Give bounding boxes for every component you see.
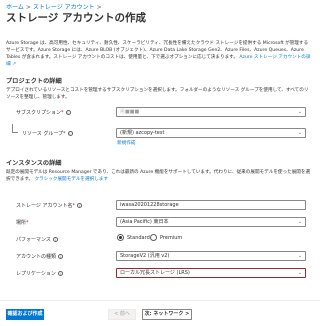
chevron-down-icon: ⌄ bbox=[297, 219, 302, 225]
required-marker: * bbox=[26, 220, 29, 226]
classic-deployment-link[interactable]: クラシック展開モデルを選択します bbox=[35, 177, 108, 182]
external-link-icon: ↗ bbox=[12, 62, 16, 68]
account-kind-value: StorageV2 (汎用 v2) bbox=[120, 253, 170, 259]
intro-text: Azure Storage は、高可用性、セキュリティ、耐久性、スケーラビリティ… bbox=[6, 40, 312, 68]
replication-value: ローカル冗長ストレージ (LRS) bbox=[120, 270, 190, 276]
instance-description: 既定の展開モデルは Resource Manager であり、これは最新の Az… bbox=[6, 169, 312, 183]
create-new-resource-group-link[interactable]: 新規作成 bbox=[117, 140, 135, 146]
account-kind-label: アカウントの種類 i bbox=[16, 253, 64, 260]
required-marker: * bbox=[72, 203, 76, 209]
chevron-down-icon: ⌄ bbox=[297, 253, 302, 259]
replication-select[interactable]: ローカル冗長ストレージ (LRS) ⌄ bbox=[116, 268, 306, 278]
tree-connector bbox=[12, 124, 18, 133]
location-label-text: 場所 bbox=[16, 220, 27, 226]
page-title: ストレージ アカウントの作成 bbox=[6, 12, 146, 24]
previous-button[interactable]: < 前へ bbox=[108, 309, 136, 320]
location-select[interactable]: (Asia Pacific) 東日本 ⌄ bbox=[116, 217, 306, 227]
info-icon: i bbox=[65, 110, 71, 115]
performance-premium-radio[interactable]: Premium bbox=[150, 234, 182, 241]
subscription-value: Ⓡ■■■ bbox=[120, 109, 140, 115]
required-marker: * bbox=[63, 131, 66, 137]
account-kind-label-text: アカウントの種類 bbox=[16, 254, 57, 260]
performance-standard-radio[interactable]: Standard bbox=[117, 234, 150, 241]
chevron-down-icon: ⌄ bbox=[297, 109, 302, 115]
info-icon: i bbox=[58, 254, 64, 259]
location-label: 場所* bbox=[16, 219, 29, 226]
subscription-label: サブスクリプション* i bbox=[16, 109, 71, 116]
performance-label-text: パフォーマンス bbox=[16, 237, 51, 243]
performance-label: パフォーマンス i bbox=[16, 236, 58, 243]
location-value: (Asia Pacific) 東日本 bbox=[120, 219, 169, 225]
premium-label: Premium bbox=[160, 234, 183, 241]
required-marker: * bbox=[61, 110, 64, 116]
replication-label-text: レプリケーション bbox=[16, 271, 56, 277]
radio-selected-icon bbox=[117, 234, 124, 241]
resource-group-label: リソース グループ* i bbox=[22, 130, 73, 137]
next-networking-button[interactable]: 次: ネットワーク > bbox=[142, 309, 192, 320]
account-name-label: ストレージ アカウント名* i bbox=[16, 202, 82, 209]
account-kind-select[interactable]: StorageV2 (汎用 v2) ⌄ bbox=[116, 251, 306, 261]
project-description: デプロイされているリソースとコストを管理するサブスクリプションを選択します。フォ… bbox=[6, 88, 309, 100]
instance-details-heading: インスタンスの詳細 bbox=[6, 160, 62, 167]
resource-group-select[interactable]: (新規) azcopy-test ⌄ bbox=[116, 128, 306, 138]
subscription-select[interactable]: Ⓡ■■■ ⌄ bbox=[116, 107, 306, 117]
replication-label: レプリケーション i bbox=[16, 270, 63, 277]
resource-group-label-text: リソース グループ bbox=[22, 131, 64, 137]
account-name-input[interactable]: iwasa20201228storage bbox=[116, 200, 306, 210]
radio-unselected-icon bbox=[150, 234, 157, 241]
review-create-button[interactable]: 確認および作成 bbox=[6, 309, 44, 320]
footer-bar: 確認および作成 < 前へ 次: ネットワーク > bbox=[0, 300, 320, 326]
info-icon: i bbox=[67, 131, 73, 136]
standard-label: Standard bbox=[127, 234, 150, 241]
account-name-label-text: ストレージ アカウント名 bbox=[16, 203, 73, 209]
project-details-heading: プロジェクトの詳細 bbox=[6, 78, 62, 85]
resource-group-value: (新規) azcopy-test bbox=[120, 130, 165, 136]
subscription-label-text: サブスクリプション bbox=[16, 110, 62, 116]
chevron-down-icon: ⌄ bbox=[297, 270, 302, 276]
info-icon: i bbox=[77, 203, 82, 208]
info-icon: i bbox=[52, 237, 58, 242]
info-icon: i bbox=[57, 271, 63, 276]
chevron-down-icon: ⌄ bbox=[297, 130, 302, 136]
